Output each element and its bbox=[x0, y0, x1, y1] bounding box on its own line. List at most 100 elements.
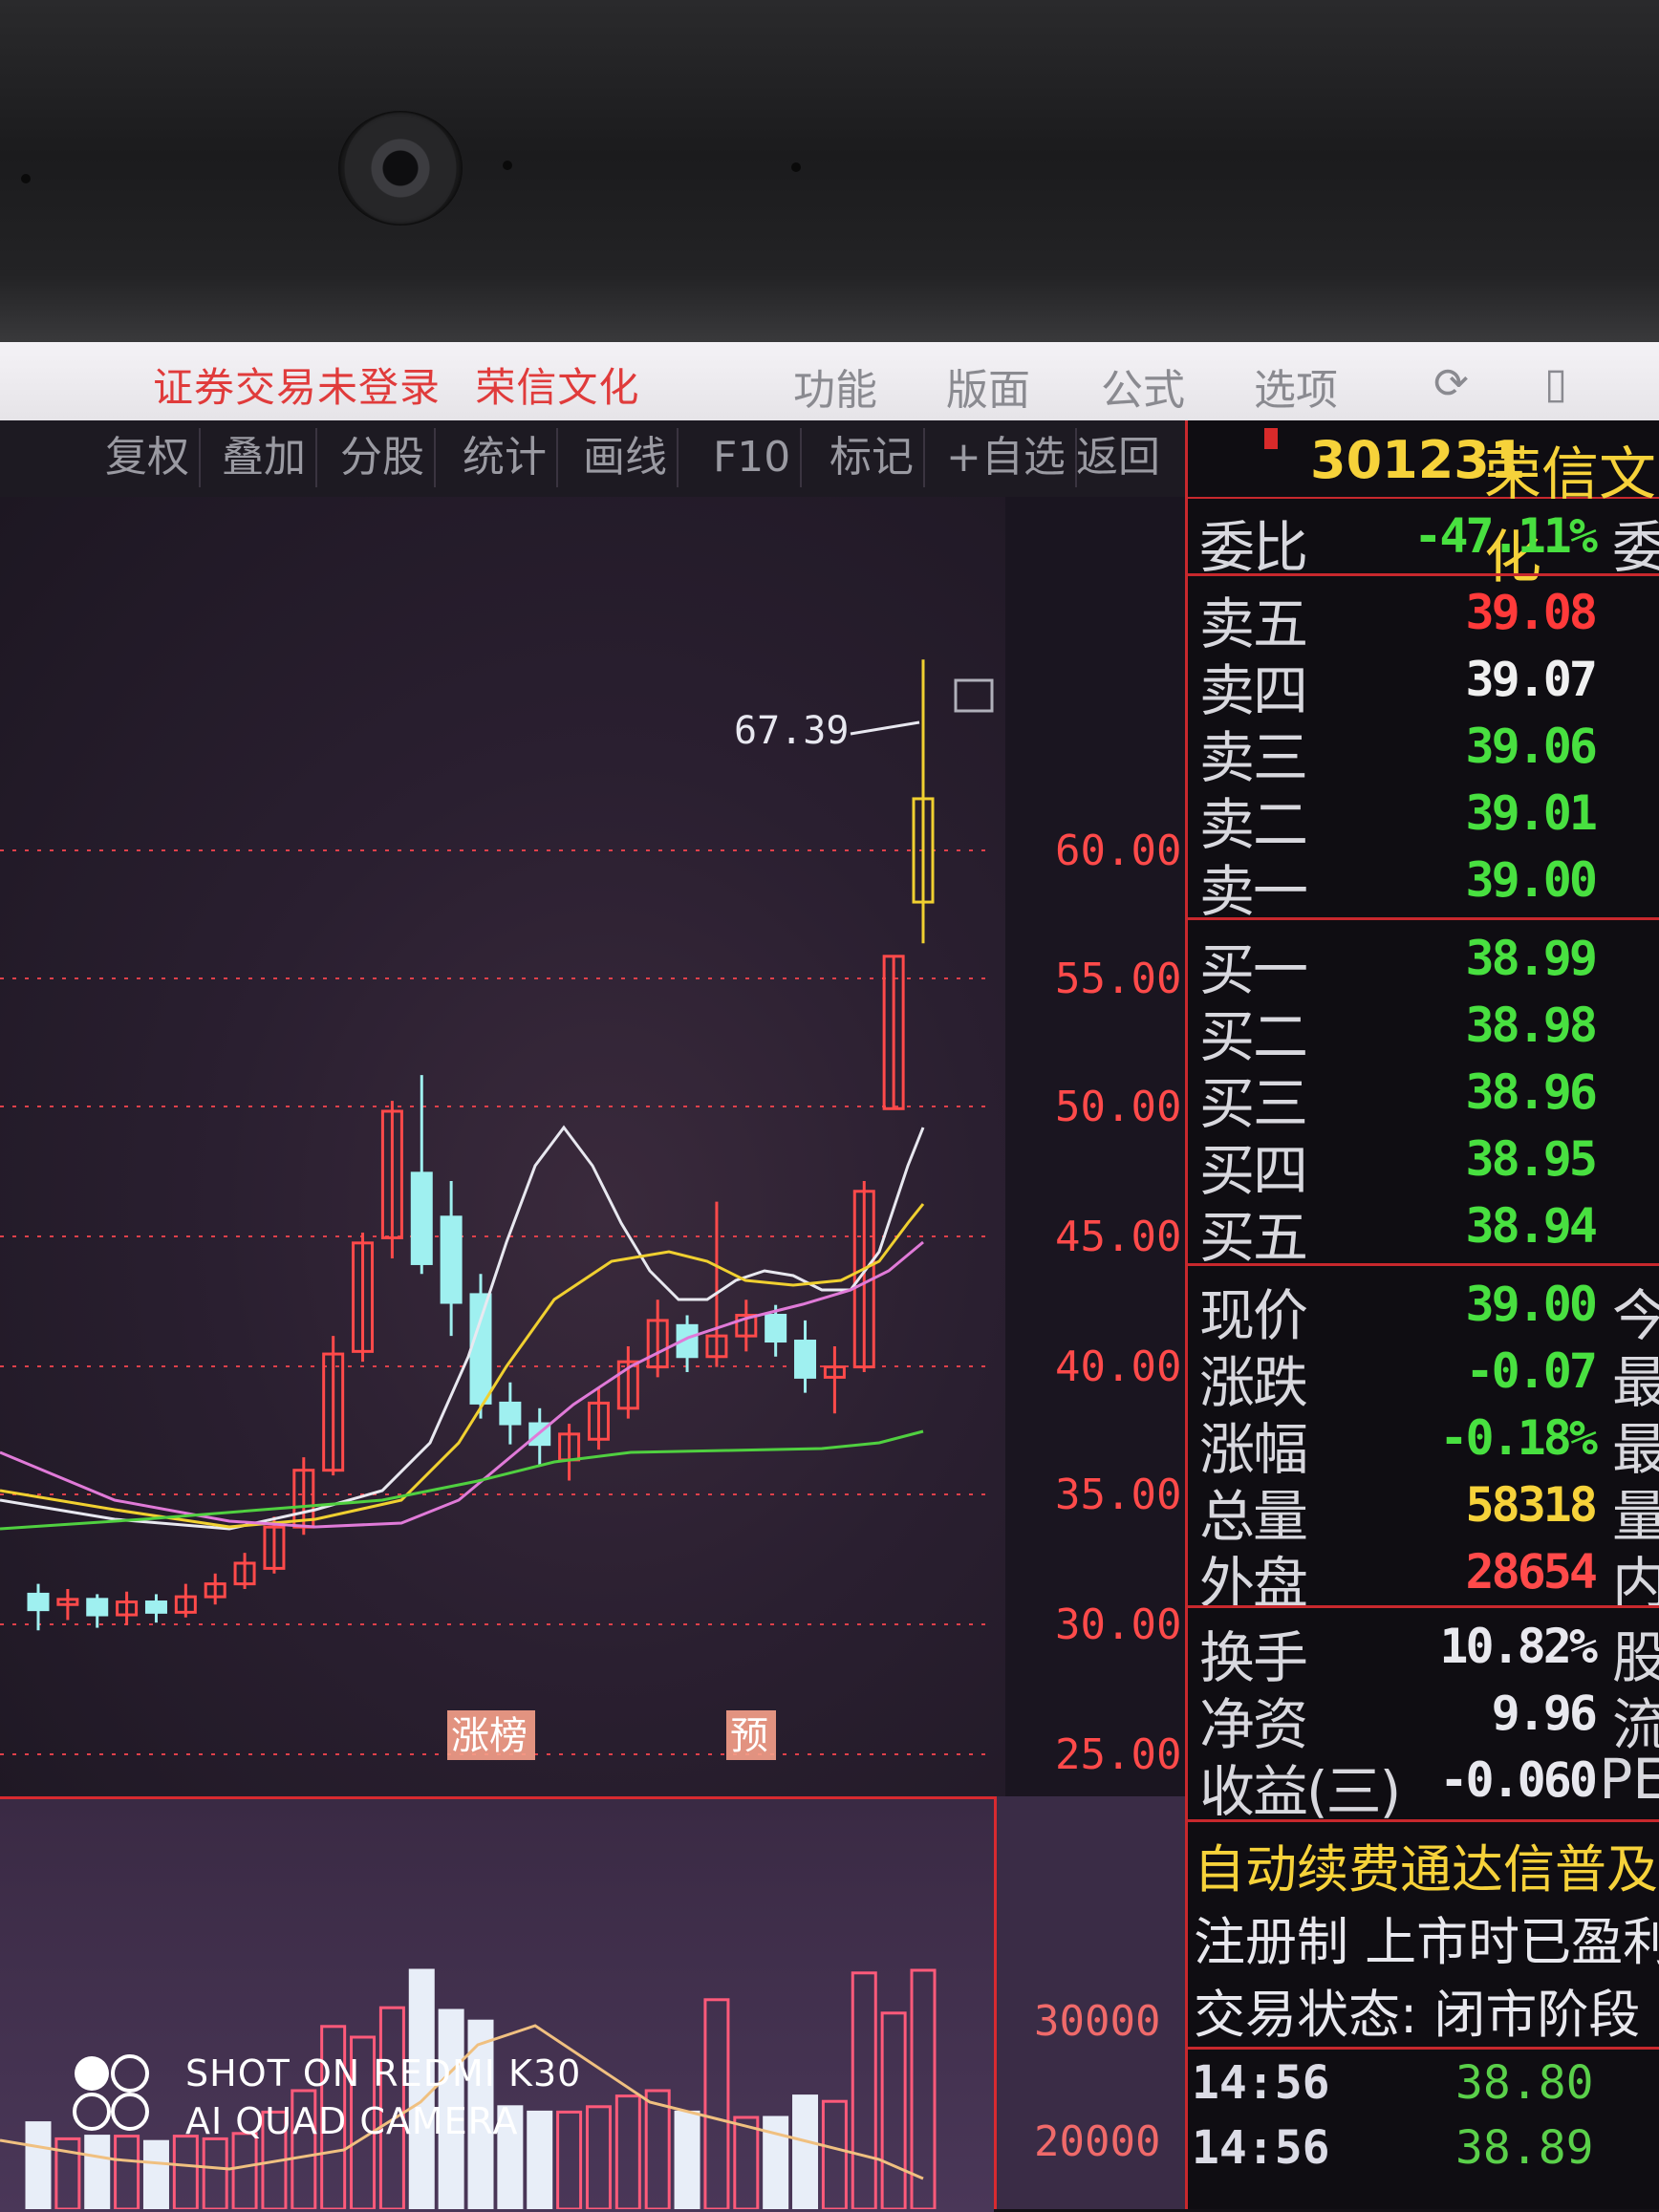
price-tick-label: 30.00 bbox=[1055, 1600, 1181, 1649]
candle bbox=[86, 1594, 109, 1628]
adjust-button[interactable]: 复权 bbox=[96, 428, 201, 487]
screen: 证券交易未登录 荣信文化 功能 版面 公式 选项 ⟳ ▯ 复权 叠加 分股 统计… bbox=[0, 342, 1659, 2212]
stat-value: -0.18% bbox=[1439, 1410, 1598, 1466]
volume-bar bbox=[821, 2099, 848, 2209]
notice-line[interactable]: 交易状态: 闭市阶段 bbox=[1194, 1972, 1659, 2041]
volume-bar bbox=[172, 2135, 199, 2209]
candle bbox=[322, 1336, 345, 1476]
menu-options[interactable]: 选项 bbox=[1254, 355, 1338, 417]
bid-level-row: 买二 38.98 bbox=[1188, 992, 1659, 1069]
login-status: 证券交易未登录 bbox=[153, 364, 442, 411]
menu-layout[interactable]: 版面 bbox=[946, 355, 1030, 417]
volume-tick-label: 20000 bbox=[1034, 2117, 1160, 2166]
candle bbox=[646, 1299, 669, 1378]
price-tick-label: 55.00 bbox=[1055, 955, 1181, 1003]
window-title: 证券交易未登录 荣信文化 bbox=[153, 355, 639, 414]
menu-formula[interactable]: 公式 bbox=[1101, 355, 1185, 417]
kline-chart[interactable]: 60.00 55.00 50.00 45.00 40.00 35.00 30.0… bbox=[0, 497, 1188, 2212]
bid-level-value: 38.98 bbox=[1465, 998, 1598, 1053]
volume-bar bbox=[910, 1968, 937, 2209]
stats-button[interactable]: 统计 bbox=[453, 428, 558, 487]
limit-up-marker[interactable]: 涨榜 bbox=[451, 1714, 528, 1758]
volume-bar bbox=[614, 2094, 641, 2209]
candle bbox=[823, 1345, 846, 1414]
candle bbox=[558, 1424, 581, 1481]
add-watchlist-button[interactable]: +自选 bbox=[937, 428, 1077, 487]
divider bbox=[1188, 1263, 1659, 1266]
volume-bar bbox=[527, 2110, 553, 2209]
volume-bar bbox=[231, 2132, 258, 2209]
bezel-dot bbox=[21, 174, 31, 183]
stat-row: 外盘 28654 内 bbox=[1188, 1538, 1659, 1616]
candle bbox=[499, 1382, 522, 1445]
fundamental-row: 换手 10.82% 股 bbox=[1188, 1613, 1659, 1690]
fundamental-row: 收益(三) -0.060 PE bbox=[1188, 1747, 1659, 1824]
tick-row: 14:56 38.80 bbox=[1188, 2056, 1659, 2119]
fundamental-label: 收益(三) bbox=[1199, 1759, 1401, 1824]
divider bbox=[1188, 917, 1659, 920]
ask-level-row: 卖二 39.01 bbox=[1188, 780, 1659, 857]
price-tick-label: 45.00 bbox=[1055, 1213, 1181, 1261]
f10-button[interactable]: F10 bbox=[703, 428, 803, 487]
volume-bar bbox=[880, 2011, 907, 2209]
bezel-dot bbox=[503, 161, 512, 170]
stat-row: 现价 39.00 今 bbox=[1188, 1271, 1659, 1348]
candle bbox=[676, 1315, 699, 1372]
bid-level-value: 38.95 bbox=[1465, 1131, 1598, 1187]
webcam bbox=[338, 111, 463, 225]
draw-button[interactable]: 画线 bbox=[573, 428, 679, 487]
candle bbox=[27, 1583, 50, 1631]
bid-level-value: 38.96 bbox=[1465, 1064, 1598, 1120]
chart-toggle-icon[interactable] bbox=[954, 678, 994, 713]
volume-tick-label: 30000 bbox=[1034, 1997, 1160, 2046]
candle bbox=[144, 1594, 167, 1623]
ask-level-row: 卖五 39.08 bbox=[1188, 579, 1659, 656]
candle bbox=[587, 1387, 610, 1450]
candle bbox=[380, 1101, 403, 1259]
ask-level-value: 39.07 bbox=[1465, 652, 1598, 707]
stock-title: 荣信文化 bbox=[475, 364, 640, 411]
ask-level-row: 卖四 39.07 bbox=[1188, 646, 1659, 723]
ask-level-value: 39.06 bbox=[1465, 719, 1598, 774]
candle-body bbox=[144, 1600, 167, 1614]
price-tick-label: 50.00 bbox=[1055, 1083, 1181, 1131]
order-ratio-value: -47.11% bbox=[1413, 508, 1598, 564]
watermark-line1: SHOT ON REDMI K30 bbox=[185, 2052, 582, 2094]
stat-row: 涨幅 -0.18% 最 bbox=[1188, 1405, 1659, 1482]
mark-button[interactable]: 标记 bbox=[820, 428, 925, 487]
overlay-button[interactable]: 叠加 bbox=[212, 428, 317, 487]
stat-value: 39.00 bbox=[1465, 1277, 1598, 1332]
tick-time: 14:56 bbox=[1192, 2056, 1330, 2110]
refresh-icon[interactable]: ⟳ bbox=[1433, 359, 1469, 408]
high-price-label: 67.39 bbox=[734, 709, 849, 753]
notice-line[interactable]: 自动续费通达信普及 bbox=[1194, 1827, 1659, 1896]
split-button[interactable]: 分股 bbox=[331, 428, 436, 487]
tick-time: 14:56 bbox=[1192, 2121, 1330, 2175]
volume-bar bbox=[84, 2135, 111, 2209]
candle bbox=[794, 1320, 817, 1393]
fundamental-ext: PE bbox=[1599, 1747, 1659, 1812]
tick-price: 38.80 bbox=[1455, 2056, 1594, 2110]
forecast-marker[interactable]: 预 bbox=[730, 1714, 768, 1758]
volume-bar bbox=[202, 2137, 228, 2209]
fundamental-value: 9.96 bbox=[1491, 1686, 1598, 1741]
volume-bar bbox=[585, 2105, 612, 2209]
candle-body bbox=[410, 1171, 433, 1265]
volume-bar bbox=[674, 2110, 700, 2209]
notice-line[interactable]: 注册制 上市时已盈利 bbox=[1194, 1900, 1659, 1968]
volume-bar bbox=[733, 2115, 760, 2209]
fundamental-row: 净资 9.96 流 bbox=[1188, 1680, 1659, 1757]
back-button[interactable]: 返回 bbox=[1066, 428, 1170, 487]
stat-row: 涨跌 -0.07 最 bbox=[1188, 1338, 1659, 1415]
candle bbox=[174, 1583, 197, 1618]
candle bbox=[410, 1075, 433, 1275]
volume-bar bbox=[851, 1971, 877, 2209]
bid-level-row: 买一 38.99 bbox=[1188, 925, 1659, 1002]
volume-bar bbox=[142, 2139, 169, 2209]
menu-function[interactable]: 功能 bbox=[793, 355, 877, 417]
window-icon[interactable]: ▯ bbox=[1544, 359, 1567, 408]
bezel-dot bbox=[791, 162, 801, 172]
high-price-pointer bbox=[850, 720, 920, 736]
candle-body bbox=[469, 1293, 492, 1405]
candle bbox=[735, 1299, 758, 1352]
